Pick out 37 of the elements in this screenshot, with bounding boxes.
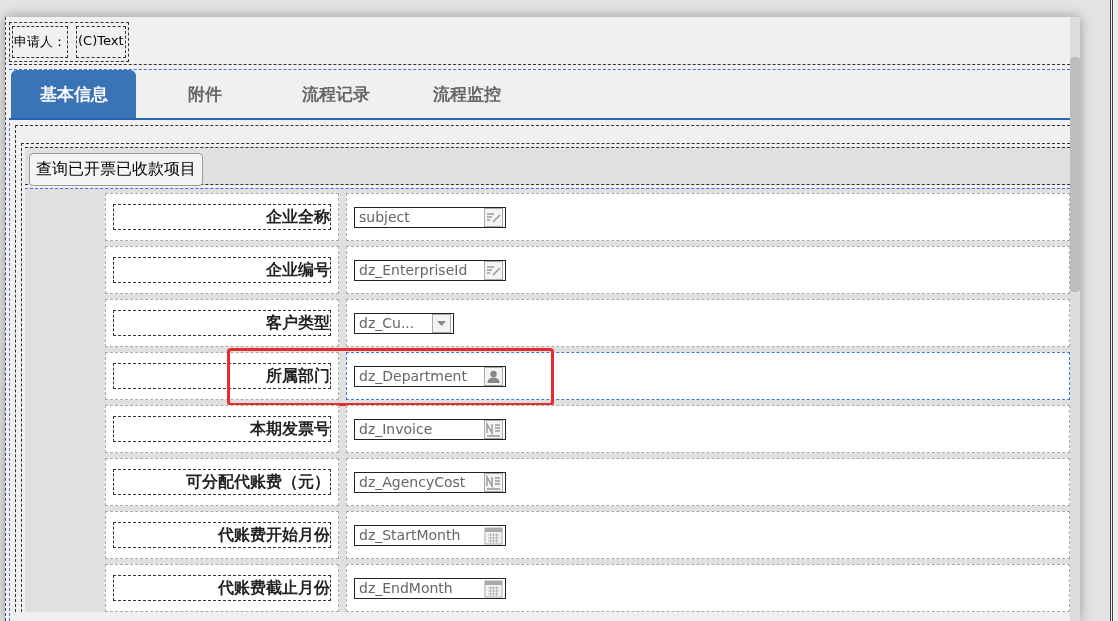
field-value: dz_Department	[359, 368, 468, 384]
field-label: 企业编号	[113, 257, 331, 283]
field-value: dz_StartMonth	[359, 527, 462, 543]
tab[interactable]: 附件	[142, 70, 267, 118]
tab[interactable]: 基本信息	[11, 70, 136, 118]
field-label: 代账费开始月份	[113, 522, 331, 548]
field-label: 本期发票号	[113, 416, 331, 442]
person-icon[interactable]	[484, 366, 503, 386]
field-label: 可分配代账费（元）	[113, 469, 331, 495]
scrollbar[interactable]	[1070, 17, 1080, 621]
input-field[interactable]: dz_StartMonth	[354, 524, 506, 546]
input-field[interactable]: dz_Invoice	[354, 418, 506, 440]
input-field[interactable]: dz_AgencyCost	[354, 471, 506, 493]
field-value: dz_EndMonth	[359, 580, 454, 596]
query-button[interactable]: 查询已开票已收款项目	[29, 153, 203, 186]
field-label: 所属部门	[113, 363, 331, 389]
number-icon[interactable]	[484, 419, 503, 439]
field-value: dz_Cu...	[359, 315, 416, 331]
edit-icon[interactable]	[484, 260, 503, 280]
number-icon[interactable]	[484, 472, 503, 492]
tab[interactable]: 流程记录	[273, 70, 398, 118]
field-label: 客户类型	[113, 310, 331, 336]
input-field[interactable]: subject	[354, 206, 506, 228]
field-value: dz_Invoice	[359, 421, 434, 437]
edit-icon[interactable]	[484, 207, 503, 227]
field-value: dz_AgencyCost	[359, 474, 467, 490]
input-field[interactable]: dz_Cu...	[354, 312, 454, 334]
field-value: dz_EnterpriseId	[359, 262, 469, 278]
tab[interactable]: 流程监控	[404, 70, 529, 118]
input-field[interactable]: dz_EnterpriseId	[354, 259, 506, 281]
input-field[interactable]: dz_EndMonth	[354, 577, 506, 599]
field-value: subject	[359, 209, 411, 225]
input-field[interactable]: dz_Department	[354, 365, 506, 387]
field-label: 代账费截止月份	[113, 575, 331, 601]
field-label: 企业全称	[113, 204, 331, 230]
applicant-value: (C)Text	[76, 25, 126, 58]
applicant-label: 申请人：	[12, 25, 68, 58]
